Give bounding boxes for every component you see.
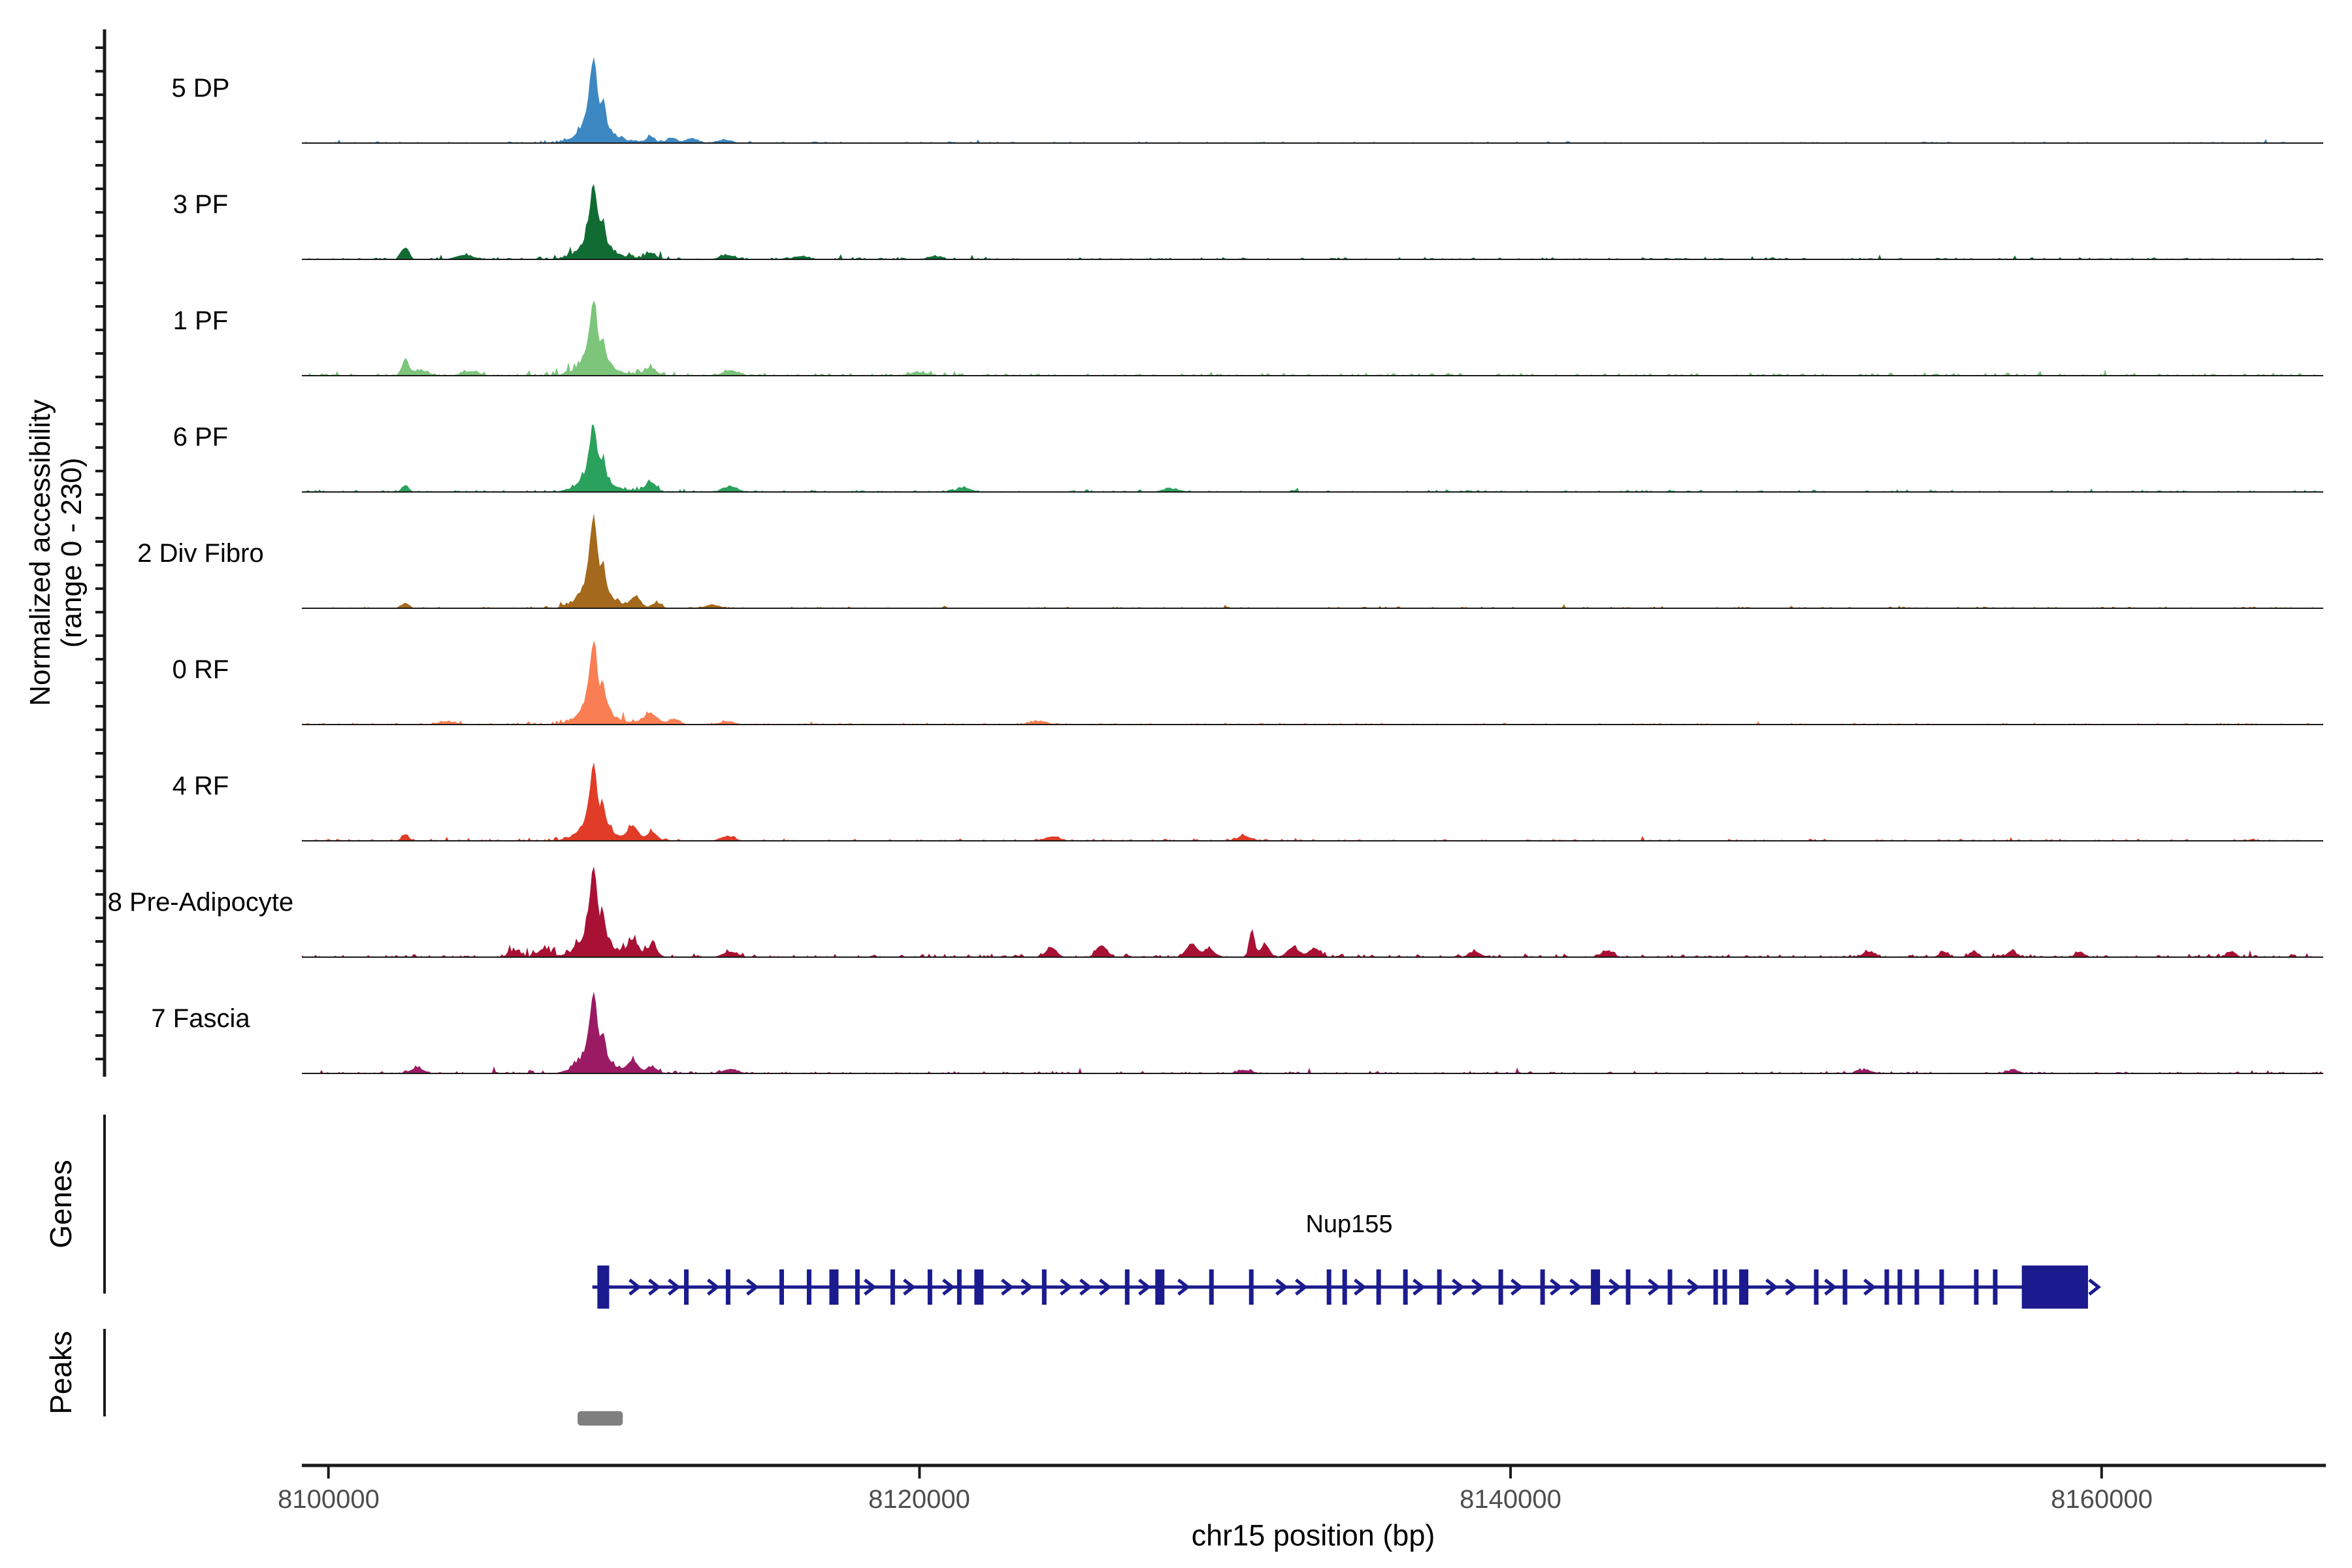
gene-exon	[683, 1269, 689, 1305]
gene-exon	[725, 1269, 730, 1305]
gene-exon	[1914, 1269, 1919, 1305]
x-tick-label-8100000: 8100000	[278, 1485, 380, 1514]
track-label-0-rf: 0 RF	[172, 655, 229, 684]
gene-exon	[927, 1269, 932, 1305]
gene-exon	[1249, 1269, 1254, 1305]
coverage-track-5-dp	[302, 57, 2323, 143]
track-label-8-pre-adipocyte: 8 Pre-Adipocyte	[107, 888, 294, 917]
gene-exon	[1437, 1269, 1442, 1305]
track-label-6-pf: 6 PF	[172, 423, 229, 451]
coverage-track-2-div-fibro	[302, 514, 2323, 608]
gene-exon	[1625, 1269, 1631, 1305]
gene-exon	[956, 1269, 962, 1305]
gene-exon	[974, 1269, 984, 1305]
x-tick-label-8140000: 8140000	[1460, 1485, 1561, 1514]
gene-exon	[1713, 1269, 1718, 1305]
gene-name-label: Nup155	[1305, 1211, 1393, 1238]
gene-exon	[1993, 1269, 1998, 1305]
coverage-track-7-fascia	[302, 991, 2323, 1073]
coverage-track-3-pf	[302, 184, 2323, 259]
gene-exon	[1667, 1269, 1673, 1305]
coverage-plot-figure: Normalized accessibility (range 0 - 230)…	[0, 0, 2352, 1568]
gene-exon	[855, 1269, 860, 1305]
gene-exon	[1124, 1269, 1130, 1305]
gene-exon	[1974, 1269, 1979, 1305]
gene-exon	[890, 1269, 895, 1305]
gene-exon	[1814, 1269, 1819, 1305]
y-axis-title-line2: (range 0 - 230)	[56, 457, 88, 648]
gene-exon	[1376, 1269, 1381, 1305]
track-label-7-fascia: 7 Fascia	[151, 1004, 250, 1033]
genes-panel-label: Genes	[44, 1160, 78, 1249]
x-tick-label-8160000: 8160000	[2051, 1485, 2153, 1514]
y-axis-title-line1: Normalized accessibility	[24, 399, 56, 706]
coverage-track-0-rf	[302, 640, 2323, 725]
gene-exon	[1897, 1269, 1903, 1305]
gene-exon	[1498, 1269, 1503, 1305]
gene-exon	[1155, 1269, 1165, 1305]
coverage-track-6-pf	[302, 425, 2323, 492]
coverage-track-8-pre-adipocyte	[302, 866, 2323, 957]
gene-exon	[1041, 1269, 1047, 1305]
x-axis-title: chr15 position (bp)	[1191, 1518, 1435, 1552]
gene-exon	[1591, 1269, 1601, 1305]
gene-last-exon	[2021, 1266, 2088, 1309]
gene-first-exon	[597, 1266, 610, 1309]
track-label-3-pf: 3 PF	[172, 190, 229, 219]
gene-exon	[1722, 1269, 1727, 1305]
track-label-4-rf: 4 RF	[172, 772, 229, 800]
gene-exon	[1209, 1269, 1214, 1305]
gene-exon	[1403, 1269, 1408, 1305]
gene-exon	[1884, 1269, 1889, 1305]
track-label-5-dp: 5 DP	[171, 74, 230, 103]
gene-exon	[1939, 1269, 1944, 1305]
coverage-track-1-pf	[302, 300, 2323, 376]
gene-exon	[1739, 1269, 1749, 1305]
peaks-panel-label: Peaks	[44, 1331, 78, 1414]
gene-exon	[779, 1269, 784, 1305]
gene-exon	[1326, 1269, 1331, 1305]
plot-canvas	[95, 29, 2326, 1478]
gene-end-arrow	[2088, 1279, 2101, 1296]
track-label-1-pf: 1 PF	[172, 306, 229, 335]
gene-exon	[806, 1269, 811, 1305]
coverage-track-4-rf	[302, 762, 2323, 841]
x-tick-label-8120000: 8120000	[868, 1485, 970, 1514]
peak-region-bar	[578, 1411, 623, 1426]
gene-exon	[829, 1269, 839, 1305]
gene-exon	[1842, 1269, 1848, 1305]
gene-exon	[1342, 1269, 1347, 1305]
gene-exon	[1540, 1269, 1545, 1305]
track-label-2-div-fibro: 2 Div Fibro	[137, 539, 264, 568]
